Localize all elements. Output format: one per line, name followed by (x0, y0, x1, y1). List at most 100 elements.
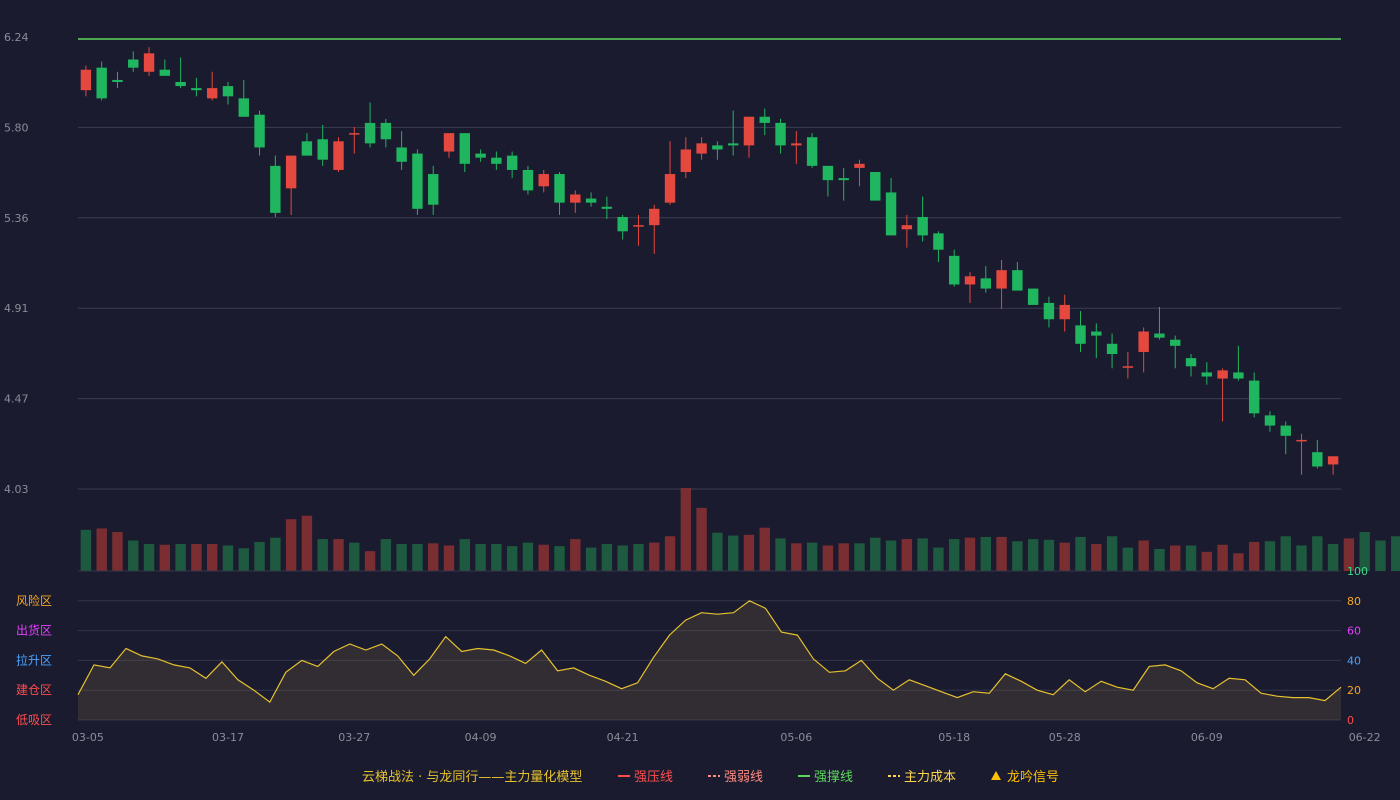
candle-body (80, 69, 92, 91)
volume-bar (80, 529, 92, 571)
volume-bar (112, 531, 123, 571)
candle (601, 196, 613, 220)
candle-body (143, 53, 155, 72)
candle-body (870, 171, 881, 201)
candle (1248, 372, 1260, 418)
candle (712, 141, 723, 160)
legend[interactable]: 云梯战法 · 与龙同行——主力量化模型 强压线 强弱线 强撑线 主力成本 龙吟信号 (362, 769, 1059, 785)
legend-item[interactable]: 强弱线 (708, 770, 763, 785)
volume-bar (1075, 536, 1086, 571)
legend-label: 强弱线 (724, 770, 763, 785)
volume-bar (1059, 542, 1070, 571)
volume-bar (159, 544, 171, 571)
candle (633, 214, 644, 246)
candle (1312, 439, 1323, 469)
candle-body (727, 143, 739, 146)
indicator-tick-label: 20 (1347, 684, 1361, 697)
candle-body (538, 174, 549, 187)
candle (491, 151, 502, 170)
volume-bar (222, 545, 234, 571)
y-tick-label: 4.03 (4, 483, 29, 496)
candle-body (822, 165, 834, 181)
candle (1012, 261, 1023, 291)
volume-bar (522, 542, 534, 571)
volume-bar (775, 538, 786, 571)
volume-bar (143, 544, 155, 571)
x-tick-label: 05-06 (780, 731, 812, 744)
candle-body (1106, 343, 1118, 355)
candle (996, 259, 1007, 310)
volume-bar (585, 547, 597, 571)
legend-item[interactable]: 龙吟信号 (991, 769, 1059, 785)
candle-body (601, 206, 613, 209)
candle-body (254, 114, 265, 148)
candle (538, 169, 549, 193)
candle-body (333, 141, 344, 170)
candle (222, 81, 234, 105)
volume-bar (901, 539, 913, 571)
candle (175, 57, 186, 89)
volume-bar (538, 544, 549, 571)
candle-body (696, 143, 707, 154)
candle (112, 71, 123, 89)
candle (1217, 368, 1228, 422)
candle (759, 108, 770, 136)
indicator-axis: 100 80 60 40 20 0 (1347, 565, 1368, 727)
candle (317, 124, 328, 166)
legend-item[interactable]: 强压线 (618, 770, 673, 785)
candle-body (175, 81, 186, 87)
candle-body (1138, 331, 1149, 352)
candle (506, 151, 518, 179)
candle (1027, 288, 1039, 305)
candle (206, 71, 218, 101)
y-tick-label: 6.24 (4, 31, 29, 44)
legend-item[interactable]: 强撑线 (798, 770, 853, 785)
volume-bar (301, 515, 313, 571)
volume-bar (712, 532, 723, 571)
candle (1091, 323, 1102, 359)
candle (1296, 433, 1307, 475)
candle-body (743, 116, 755, 146)
candle-body (1027, 288, 1039, 305)
candle (349, 126, 360, 154)
candle-body (380, 122, 392, 140)
volume-bar (1296, 545, 1307, 571)
volume-bar (570, 539, 581, 571)
volume-bar (364, 551, 376, 571)
candle (806, 133, 818, 168)
candle (743, 116, 755, 158)
volume-bar (838, 543, 849, 571)
candle-body (1312, 452, 1323, 467)
volume-bar (191, 544, 202, 571)
candle-body (506, 155, 518, 170)
zone-labels: 风险区出货区拉升区建仓区低吸区 (16, 593, 52, 727)
candle-body (617, 216, 628, 232)
legend-item[interactable]: 主力成本 (888, 770, 956, 785)
candle (664, 141, 676, 205)
candle-body (1170, 339, 1181, 346)
legend-label: 主力成本 (904, 770, 956, 785)
volume-bar (1375, 540, 1386, 571)
candle (412, 149, 423, 215)
candle-body (854, 163, 865, 168)
volume-bar (885, 540, 897, 571)
volume-bar (649, 542, 660, 571)
y-tick-label: 5.80 (4, 121, 29, 134)
candle (1327, 456, 1339, 475)
candle-body (554, 174, 565, 203)
volume-bar (1233, 553, 1244, 571)
candle-body (917, 216, 928, 236)
price-grid (78, 126, 1341, 490)
candle (191, 77, 202, 97)
candle-body (222, 86, 234, 97)
candle (96, 61, 107, 101)
candle (1075, 311, 1086, 352)
candle (254, 110, 265, 156)
volume-bar (870, 537, 881, 571)
candle-body (317, 139, 328, 160)
x-tick-label: 05-28 (1049, 731, 1081, 744)
x-tick-label: 03-05 (72, 731, 104, 744)
indicator-tick-label: 80 (1347, 595, 1361, 608)
volume-bar (917, 538, 928, 571)
volume-bar (1217, 544, 1228, 571)
